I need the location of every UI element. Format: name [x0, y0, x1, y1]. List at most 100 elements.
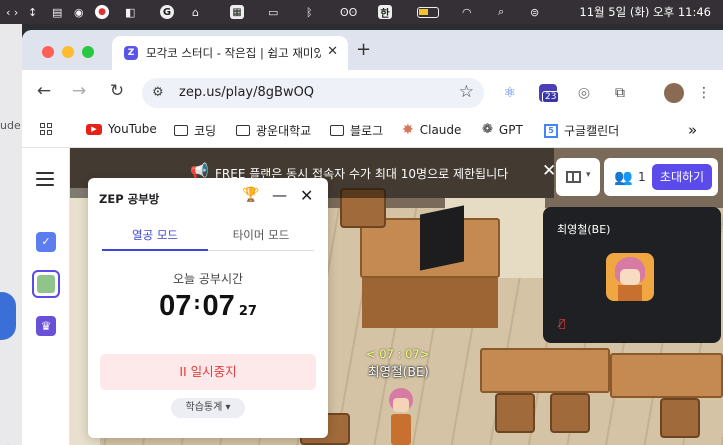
layout-grid-icon [566, 171, 581, 183]
scene-chair [660, 398, 700, 438]
extension-badge-icon[interactable]: 23 [538, 83, 560, 103]
study-minutes: 07 [202, 290, 235, 322]
extension-badge-count: 23 [542, 91, 560, 103]
nav-arrows-icon[interactable]: ‹ › [6, 3, 18, 21]
tab-study-mode[interactable]: 열공 모드 [102, 227, 208, 251]
clipboard-icon[interactable]: ▤ [52, 3, 62, 21]
youtube-icon: ▶ [86, 123, 102, 135]
game-scene[interactable]: < 07 : 07> 최영철(BE) 📢 FREE 플랜은 동시 접속자 수가 … [70, 148, 723, 445]
zep-sidebar: ✓ ♛ [22, 148, 70, 445]
grid-app-icon[interactable]: ▦ [230, 3, 244, 21]
menu-bar-clock[interactable]: 11월 5일 (화) 오후 11:46 [579, 4, 711, 20]
browser-tab-active[interactable]: Z 모각코 스터디 - 작은집 | 쉽고 재미있 ✕ [112, 36, 348, 70]
pause-button[interactable]: II 일시중지 [100, 354, 316, 390]
layout-toggle-button[interactable]: ▾ [556, 158, 600, 196]
input-source-indicator[interactable]: 한 [378, 3, 392, 21]
more-bookmarks-icon[interactable]: » [688, 121, 697, 139]
participants-icon[interactable]: 👥 [614, 168, 633, 186]
new-tab-button[interactable]: + [356, 39, 371, 60]
scene-desk [480, 348, 610, 393]
address-bar[interactable]: ⚙ zep.us/play/8gBwOQ ☆ [142, 78, 484, 108]
bookmark-star-icon[interactable]: ☆ [459, 82, 474, 102]
bookmark-gpt[interactable]: ❁ GPT [482, 122, 523, 137]
apps-grid-icon[interactable] [40, 123, 52, 135]
bookmark-youtube[interactable]: ▶ YouTube [86, 122, 157, 136]
bookmark-label: Claude [419, 123, 462, 137]
bookmark-label: GPT [498, 122, 523, 137]
scene-computer-monitor [420, 205, 464, 271]
reload-button[interactable]: ↻ [106, 81, 128, 101]
battery-icon[interactable] [417, 3, 439, 21]
chevron-down-icon: ▾ [586, 170, 591, 180]
claude-icon: ✸ [402, 122, 414, 138]
bookmarks-bar: ▶ YouTube 코딩 광운대학교 블로그 ✸ Claude ❁ GPT 5 … [22, 114, 723, 148]
player-avatar[interactable] [387, 388, 415, 445]
bookmark-label: 코딩 [194, 124, 217, 138]
participant-count: 1 [638, 170, 646, 184]
invite-button[interactable]: 초대하기 [652, 164, 712, 190]
today-study-label: 오늘 공부시간 [172, 272, 244, 286]
mic-muted-icon: 🎙̸ [559, 317, 566, 330]
study-time-display: 07:07 27 [88, 290, 328, 323]
calendar-icon: 5 [544, 123, 558, 138]
hamburger-menu-icon[interactable] [36, 172, 54, 190]
banner-close-icon[interactable]: ✕ [542, 161, 556, 181]
hangul-label: 한 [378, 5, 392, 20]
close-panel-icon[interactable]: ✕ [300, 186, 313, 205]
resize-vertical-icon[interactable]: ↕ [28, 3, 37, 21]
bookmark-coding[interactable]: 코딩 [174, 122, 216, 139]
player-timer-tag: < 07 : 07> [366, 347, 430, 361]
bed-icon[interactable]: ⌂ [192, 3, 199, 21]
airpods-icon[interactable]: ʘʘ [340, 3, 357, 21]
zoom-window-button[interactable] [82, 46, 94, 58]
minimize-window-button[interactable] [62, 46, 74, 58]
spotlight-search-icon[interactable]: ⌕ [498, 3, 504, 21]
extensions-puzzle-icon[interactable]: ⧉ [610, 83, 630, 103]
study-stats-dropdown[interactable]: 학습통계 ▾ [171, 398, 245, 418]
grammarly-icon[interactable]: G [160, 3, 174, 21]
address-url[interactable]: zep.us/play/8gBwOQ [179, 85, 314, 100]
study-seconds: 27 [238, 304, 257, 319]
bookmark-kwangwoon[interactable]: 광운대학교 [236, 122, 311, 139]
bookmark-google-calendar[interactable]: 5 구글캘린더 [544, 122, 619, 139]
notification-app-icon[interactable]: ● [95, 3, 109, 21]
tab-timer-mode[interactable]: 타이머 모드 [208, 227, 314, 251]
chrome-window: Z 모각코 스터디 - 작은집 | 쉽고 재미있 ✕ + ← → ↻ ⚙ zep… [22, 30, 723, 445]
calendar-check-icon[interactable]: ✓ [32, 228, 60, 256]
profile-avatar[interactable] [664, 83, 684, 103]
background-window-text: ude [0, 119, 21, 132]
bookmark-claude[interactable]: ✸ Claude [402, 122, 461, 138]
site-info-icon[interactable]: ⚙ [152, 85, 164, 100]
bookmark-blog[interactable]: 블로그 [330, 122, 383, 139]
capture-extension-icon[interactable]: ◎ [574, 83, 594, 103]
video-card[interactable]: 최영철(BE) 🎙̸ [543, 207, 721, 343]
bookmark-label: 광운대학교 [256, 124, 312, 138]
wifi-icon[interactable]: ◠ [462, 3, 472, 21]
tab-title: 모각코 스터디 - 작은집 | 쉽고 재미있 [146, 46, 321, 60]
macos-menu-bar: ‹ › ↕ ▤ ◉ ● ◧ G ⌂ ▦ ▭ ᛒ ʘʘ 한 ◠ ⌕ ⊜ 11월 5… [0, 0, 723, 24]
close-window-button[interactable] [42, 46, 54, 58]
browser-toolbar: ← → ↻ ⚙ zep.us/play/8gBwOQ ☆ ⚛ 23 ◎ ⧉ ⋮ [22, 70, 723, 114]
folder-icon [236, 125, 250, 136]
video-card-name: 최영철(BE) [557, 223, 611, 236]
tab-close-icon[interactable]: ✕ [327, 44, 338, 59]
forward-button[interactable]: → [68, 81, 90, 101]
chrome-menu-icon[interactable]: ⋮ [694, 83, 714, 103]
background-window-button [0, 292, 16, 340]
bluetooth-icon[interactable]: ᛒ [306, 3, 313, 21]
minimize-panel-icon[interactable]: — [272, 186, 287, 204]
back-button[interactable]: ← [33, 81, 55, 101]
scene-chair [550, 393, 590, 433]
trophy-icon[interactable]: 🏆 [242, 187, 259, 203]
control-center-icon[interactable]: ⊜ [530, 3, 539, 21]
study-room-app-icon[interactable] [32, 270, 60, 298]
crown-icon[interactable]: ♛ [32, 312, 60, 340]
bookmark-label: YouTube [108, 122, 157, 136]
sound-app-icon[interactable]: ◧ [125, 3, 135, 21]
react-devtools-icon[interactable]: ⚛ [500, 83, 520, 103]
monitor-icon[interactable]: ▭ [268, 3, 278, 21]
record-icon[interactable]: ◉ [74, 3, 84, 21]
gpt-icon: ❁ [482, 122, 493, 137]
bookmark-label: 블로그 [350, 124, 384, 138]
tab-strip: Z 모각코 스터디 - 작은집 | 쉽고 재미있 ✕ + [22, 30, 723, 70]
